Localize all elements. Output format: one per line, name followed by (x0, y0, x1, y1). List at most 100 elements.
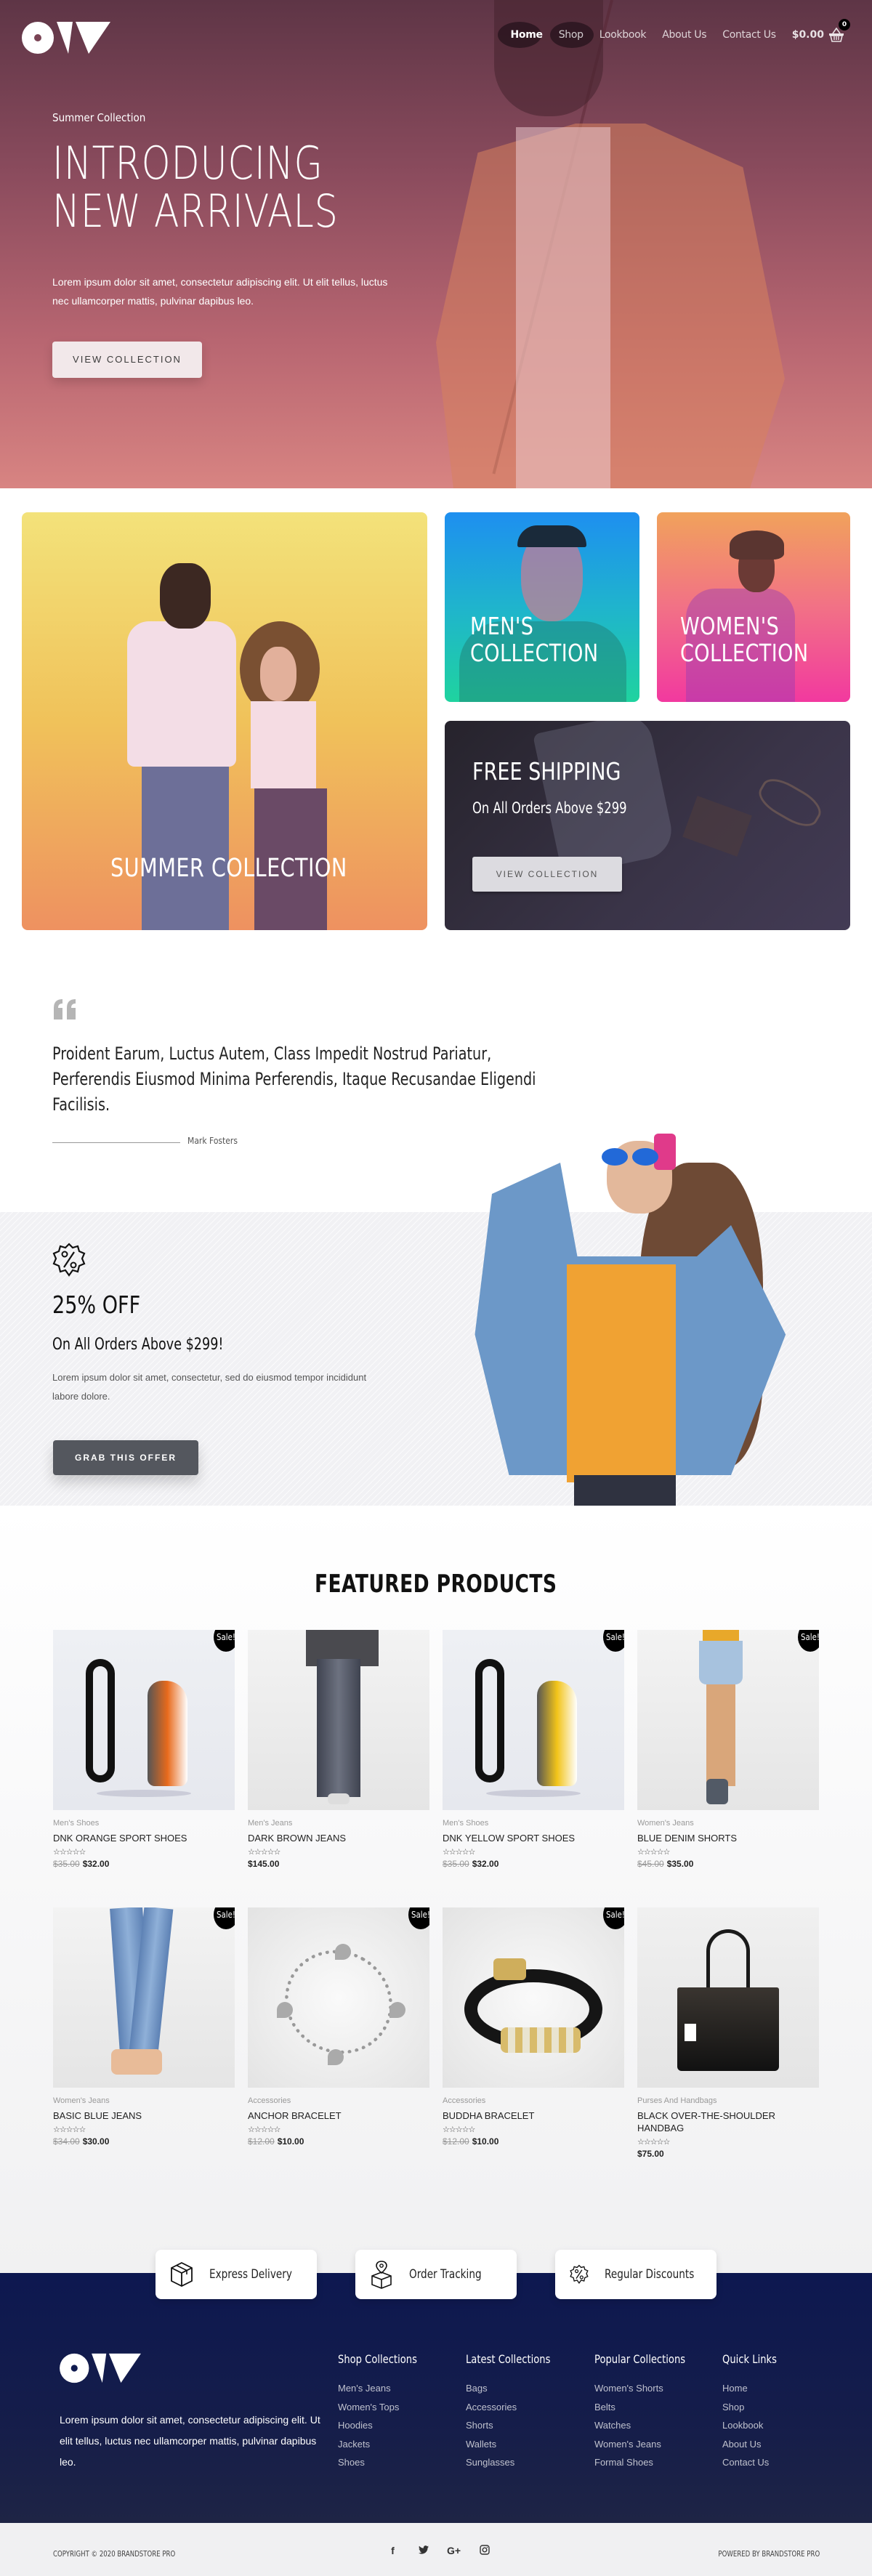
product-card[interactable]: Sale! Accessories ANCHOR BRACELET ☆☆☆☆☆ … (248, 1907, 429, 2147)
mens-collection-label: MEN'S COLLECTION (470, 613, 598, 666)
product-card[interactable]: Sale! Women's Jeans BASIC BLUE JEANS ☆☆☆… (53, 1907, 235, 2147)
footer-link[interactable]: Women's Tops (338, 2398, 435, 2417)
nav-shop[interactable]: Shop (559, 29, 584, 41)
product-name[interactable]: ANCHOR BRACELET (248, 2109, 429, 2122)
star-rating-icon: ☆☆☆☆☆ (248, 1848, 280, 1857)
product-name[interactable]: BASIC BLUE JEANS (53, 2109, 235, 2122)
product-category: Women's Jeans (53, 2096, 110, 2105)
footer-link[interactable]: Watches (594, 2416, 706, 2435)
cart-button[interactable]: $0.00 0 (791, 19, 850, 42)
footer-link[interactable]: Shoes (338, 2453, 435, 2472)
summer-collection-label: SUMMER COLLECTION (110, 854, 347, 883)
copyright-text: COPYRIGHT © 2020 BRANDSTORE PRO (53, 2549, 176, 2559)
hero-eyebrow: Summer Collection (52, 111, 146, 124)
footer-link[interactable]: Wallets (466, 2435, 569, 2454)
old-price: $34.00 (53, 2136, 80, 2147)
footer-link[interactable]: Jackets (338, 2435, 435, 2454)
product-category: Accessories (248, 2096, 291, 2105)
product-image[interactable] (248, 1630, 429, 1810)
sale-price: $32.00 (472, 1859, 499, 1869)
hero-title-line-2: NEW ARRIVALS (52, 185, 339, 238)
product-price: $12.00 $10.00 (248, 2136, 429, 2147)
product-image[interactable]: Sale! (53, 1630, 235, 1810)
social-links: f G+ (385, 2545, 507, 2560)
product-image[interactable]: Sale! (443, 1907, 624, 2088)
site-header: Home Shop Lookbook About Us Contact Us $… (0, 0, 872, 73)
nav-about-us[interactable]: About Us (662, 29, 706, 41)
product-card[interactable]: Purses And Handbags BLACK OVER-THE-SHOUL… (637, 1907, 819, 2159)
product-image[interactable]: Sale! (248, 1907, 429, 2088)
feature-label: Express Delivery (209, 2267, 292, 2282)
product-card[interactable]: Sale! Accessories BUDDHA BRACELET ☆☆☆☆☆ … (443, 1907, 624, 2147)
product-name[interactable]: DNK YELLOW SPORT SHOES (443, 1832, 624, 1844)
footer-link[interactable]: Sunglasses (466, 2453, 569, 2472)
feature-label: Order Tracking (409, 2267, 482, 2282)
footer-link[interactable]: Men's Jeans (338, 2379, 435, 2398)
footer-description: Lorem ipsum dolor sit amet, consectetur … (60, 2414, 320, 2468)
hero-section (0, 0, 872, 488)
old-price: $35.00 (443, 1859, 469, 1869)
site-logo[interactable] (22, 20, 110, 55)
footer-link[interactable]: Home (722, 2379, 788, 2398)
footer-link[interactable]: Hoodies (338, 2416, 435, 2435)
facebook-icon[interactable]: f (385, 2545, 400, 2560)
footer-logo[interactable] (60, 2352, 141, 2384)
summer-collection-card[interactable]: SUMMER COLLECTION (22, 512, 427, 930)
cart-total: $0.00 (791, 29, 824, 41)
footer-link[interactable]: Belts (594, 2398, 706, 2417)
footer-link[interactable]: Shop (722, 2398, 788, 2417)
footer-link[interactable]: Shorts (466, 2416, 569, 2435)
product-card[interactable]: Sale! Men's Shoes DNK YELLOW SPORT SHOES… (443, 1630, 624, 1869)
womens-collection-card[interactable]: WOMEN'S COLLECTION (657, 512, 850, 702)
product-card[interactable]: Sale! Men's Shoes DNK ORANGE SPORT SHOES… (53, 1630, 235, 1869)
star-rating-icon: ☆☆☆☆☆ (637, 1848, 670, 1857)
product-name[interactable]: BUDDHA BRACELET (443, 2109, 624, 2122)
percent-badge-icon (570, 2264, 589, 2284)
twitter-icon[interactable] (416, 2545, 431, 2560)
footer-link[interactable]: Lookbook (722, 2416, 788, 2435)
product-card[interactable]: Men's Jeans DARK BROWN JEANS ☆☆☆☆☆ $145.… (248, 1630, 429, 1869)
discount-model-image (436, 1134, 828, 1506)
quote-icon (54, 999, 76, 1020)
footer-link[interactable]: Bags (466, 2379, 569, 2398)
feature-regular-discounts[interactable]: Regular Discounts (555, 2250, 716, 2299)
testimonial-author: Mark Fosters (187, 1136, 238, 1146)
womens-label-line-1: WOMEN'S (680, 612, 780, 640)
footer-link[interactable]: Formal Shoes (594, 2453, 706, 2472)
nav-contact-us[interactable]: Contact Us (722, 29, 776, 41)
footer-link[interactable]: About Us (722, 2435, 788, 2454)
sale-price: $75.00 (637, 2149, 664, 2159)
hero-view-collection-button[interactable]: VIEW COLLECTION (52, 342, 202, 378)
product-image[interactable]: Sale! (53, 1907, 235, 2088)
product-image[interactable] (637, 1907, 819, 2088)
product-name[interactable]: DNK ORANGE SPORT SHOES (53, 1832, 235, 1844)
mens-collection-card[interactable]: MEN'S COLLECTION (445, 512, 639, 702)
product-name[interactable]: BLACK OVER-THE-SHOULDER HANDBAG (637, 2109, 819, 2134)
mens-label-line-1: MEN'S (470, 612, 534, 640)
footer-link[interactable]: Accessories (466, 2398, 569, 2417)
product-name[interactable]: DARK BROWN JEANS (248, 1832, 429, 1844)
discount-description: Lorem ipsum dolor sit amet, consectetur,… (52, 1372, 367, 1402)
product-image[interactable]: Sale! (637, 1630, 819, 1810)
footer-link[interactable]: Women's Shorts (594, 2379, 706, 2398)
shipping-view-collection-button[interactable]: VIEW COLLECTION (472, 857, 622, 892)
testimonial-divider (52, 1142, 180, 1143)
footer-link[interactable]: Women's Jeans (594, 2435, 706, 2454)
sale-price: $145.00 (248, 1859, 280, 1869)
womens-label-line-2: COLLECTION (680, 639, 809, 667)
sale-badge: Sale! (603, 1630, 624, 1652)
nav-lookbook[interactable]: Lookbook (600, 29, 647, 41)
nav-home[interactable]: Home (510, 29, 543, 41)
product-image[interactable]: Sale! (443, 1630, 624, 1810)
product-name[interactable]: BLUE DENIM SHORTS (637, 1832, 819, 1844)
feature-order-tracking[interactable]: Order Tracking (355, 2250, 517, 2299)
feature-express-delivery[interactable]: Express Delivery (156, 2250, 317, 2299)
product-price: $35.00 $32.00 (443, 1859, 624, 1869)
google-plus-icon[interactable]: G+ (446, 2545, 461, 2560)
womens-collection-label: WOMEN'S COLLECTION (680, 613, 808, 666)
product-card[interactable]: Sale! Women's Jeans BLUE DENIM SHORTS ☆☆… (637, 1630, 819, 1869)
grab-offer-button[interactable]: GRAB THIS OFFER (53, 1440, 198, 1475)
footer-link[interactable]: Contact Us (722, 2453, 788, 2472)
old-price: $12.00 (443, 2136, 469, 2147)
instagram-icon[interactable] (477, 2545, 492, 2560)
